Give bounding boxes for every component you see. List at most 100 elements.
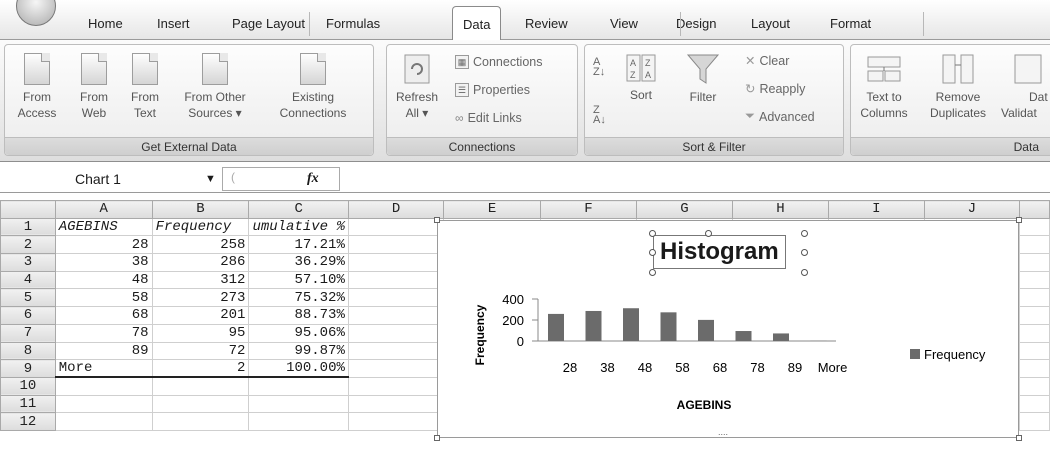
cell[interactable] (347, 270, 445, 290)
cell[interactable]: 68 (54, 306, 153, 325)
cell[interactable] (1019, 253, 1050, 272)
cell[interactable]: Frequency (151, 217, 250, 237)
select-all-corner[interactable] (0, 200, 56, 219)
edit-links-button[interactable]: ∞ Edit Links (455, 111, 522, 125)
row-header[interactable]: 1 (0, 217, 56, 237)
reapply-button[interactable]: ↻ Reapply (745, 81, 805, 97)
external-data-button[interactable]: From Access (9, 53, 65, 121)
cell[interactable]: 17.21% (248, 235, 349, 255)
cell[interactable] (347, 235, 445, 255)
cell[interactable] (54, 412, 153, 431)
row-header[interactable]: 3 (0, 253, 56, 272)
sort-button[interactable]: AZZA Sort (619, 53, 663, 103)
cell[interactable] (1019, 412, 1050, 431)
cell[interactable]: 75.32% (248, 288, 349, 308)
row-header[interactable]: 4 (0, 270, 56, 290)
cell[interactable] (248, 394, 349, 414)
remove-duplicates-button[interactable]: Remove Duplicates (923, 53, 993, 121)
cell[interactable]: 201 (151, 306, 250, 325)
cell[interactable]: 36.29% (248, 253, 349, 272)
filter-button[interactable]: Filter (681, 53, 725, 105)
cell[interactable] (347, 412, 445, 431)
cell[interactable]: More (54, 359, 153, 379)
cell[interactable] (1019, 376, 1050, 396)
tab-page-layout[interactable]: Page Layout (232, 16, 305, 31)
chart-resize-handle[interactable] (434, 435, 440, 441)
chart-resize-handle[interactable] (434, 217, 440, 223)
title-handle[interactable] (801, 230, 808, 237)
cell[interactable] (347, 376, 445, 396)
cell[interactable] (347, 306, 445, 325)
cancel-icon[interactable]: ( (231, 170, 235, 184)
clear-button[interactable]: ✕ Clear (745, 53, 789, 69)
tab-design[interactable]: Design (676, 16, 716, 31)
connections-button[interactable]: ▦ Connections (455, 55, 543, 69)
column-header-j[interactable]: J (923, 200, 1021, 219)
row-header[interactable]: 7 (0, 323, 56, 343)
cell[interactable] (1019, 235, 1050, 255)
title-handle[interactable] (801, 269, 808, 276)
column-header[interactable] (1019, 200, 1050, 219)
title-handle[interactable] (649, 230, 656, 237)
office-button[interactable] (16, 0, 56, 26)
cell[interactable] (1019, 288, 1050, 308)
column-header-a[interactable]: A (54, 200, 153, 219)
external-data-button[interactable]: Existing Connections (263, 53, 363, 121)
chart-title[interactable]: Histogram (653, 235, 786, 269)
cell[interactable] (347, 341, 445, 361)
column-header-h[interactable]: H (731, 200, 830, 219)
cell[interactable]: 57.10% (248, 270, 349, 290)
tab-format[interactable]: Format (830, 16, 871, 31)
tab-view[interactable]: View (610, 16, 638, 31)
cell[interactable] (347, 217, 445, 237)
name-box[interactable]: Chart 1 (75, 171, 121, 187)
cell[interactable]: 273 (151, 288, 250, 308)
column-header-i[interactable]: I (828, 200, 925, 219)
cell[interactable]: 58 (54, 288, 153, 308)
cell[interactable] (1019, 359, 1050, 378)
cell[interactable]: 286 (151, 253, 250, 272)
cell[interactable] (347, 323, 445, 343)
cell[interactable]: 2 (151, 359, 250, 379)
row-header[interactable]: 10 (0, 376, 56, 396)
chevron-down-icon[interactable]: ▼ (205, 173, 216, 185)
external-data-button[interactable]: From Web (71, 53, 117, 121)
chart-resize-handle[interactable] (1016, 217, 1022, 223)
cell[interactable]: 72 (151, 341, 250, 361)
cell[interactable] (151, 394, 250, 414)
histogram-chart[interactable]: 400 200 0 28 38 48 58 68 78 89 More AGEBINS Frequenc… (434, 217, 1022, 441)
text-to-columns-button[interactable]: Text to Columns (855, 53, 913, 121)
cell[interactable]: 95 (151, 323, 250, 343)
cell[interactable]: 89 (54, 341, 153, 361)
tab-home[interactable]: Home (88, 16, 123, 31)
row-header[interactable]: 8 (0, 341, 56, 361)
cell[interactable]: umulative % (248, 217, 349, 237)
row-header[interactable]: 5 (0, 288, 56, 308)
row-header[interactable]: 2 (0, 235, 56, 255)
cell[interactable]: 28 (54, 235, 153, 255)
cell[interactable]: 78 (54, 323, 153, 343)
cell[interactable]: 100.00% (248, 359, 349, 379)
insert-function-icon[interactable]: fx (307, 171, 319, 187)
cell[interactable]: 38 (54, 253, 153, 272)
advanced-button[interactable]: ⏷ Advanced (745, 109, 815, 124)
column-header-g[interactable]: G (636, 200, 733, 219)
sort-ascending-button[interactable]: A Z↓ (593, 57, 605, 78)
cell[interactable] (347, 253, 445, 272)
cell[interactable] (151, 412, 250, 431)
external-data-button[interactable]: From Other Sources ▾ (173, 53, 257, 121)
column-header-c[interactable]: C (248, 200, 349, 219)
cell[interactable] (248, 412, 349, 431)
cell[interactable] (248, 376, 349, 396)
cell[interactable]: 88.73% (248, 306, 349, 325)
title-handle[interactable] (705, 230, 712, 237)
cell[interactable] (151, 376, 250, 396)
cell[interactable] (347, 359, 445, 378)
data-validation-button[interactable]: Dat Validat (1001, 53, 1050, 121)
column-header-e[interactable]: E (443, 200, 541, 219)
tab-insert[interactable]: Insert (157, 16, 190, 31)
sort-descending-button[interactable]: Z A↓ (593, 105, 606, 126)
cell[interactable] (1019, 323, 1050, 343)
cell[interactable]: 95.06% (248, 323, 349, 343)
column-header-f[interactable]: F (539, 200, 638, 219)
